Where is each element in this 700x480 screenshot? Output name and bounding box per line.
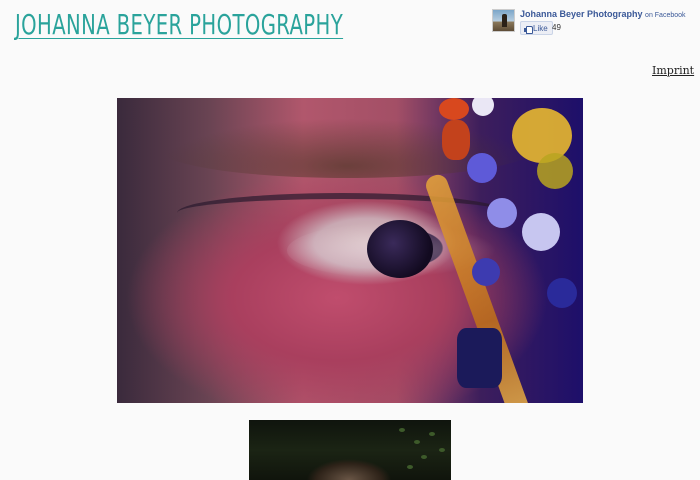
- facebook-page-name: Johanna Beyer Photography: [520, 9, 643, 19]
- eye-closeup-photo[interactable]: [117, 98, 583, 403]
- facebook-like-button[interactable]: Like: [520, 21, 553, 35]
- facebook-like-count: 49: [552, 23, 561, 32]
- facebook-suffix: on Facebook: [645, 12, 686, 19]
- facebook-page-link[interactable]: Johanna Beyer Photography on Facebook: [520, 9, 686, 19]
- facebook-like-label: Like: [533, 23, 548, 33]
- portrait-photo[interactable]: [249, 420, 451, 480]
- thumbs-up-icon: [524, 25, 533, 34]
- site-title-link[interactable]: Johanna Beyer Photography: [15, 8, 343, 41]
- imprint-link[interactable]: Imprint: [652, 64, 694, 77]
- facebook-like-box: Johanna Beyer Photography on Facebook Li…: [492, 8, 692, 36]
- facebook-page-avatar[interactable]: [492, 9, 515, 32]
